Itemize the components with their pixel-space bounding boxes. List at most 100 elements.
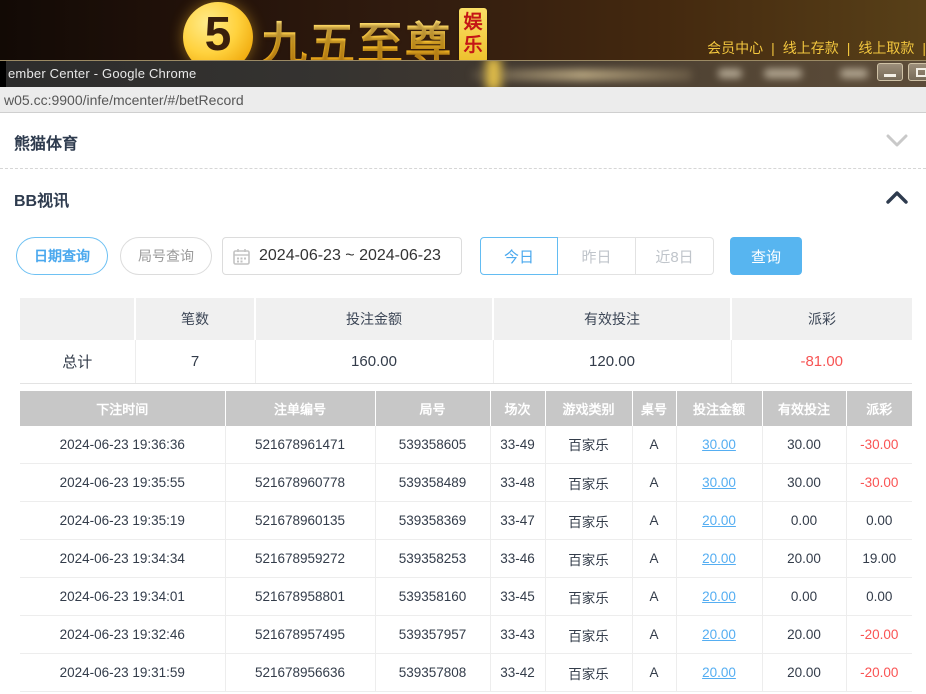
bet-record-page: 熊猫体育 BB视讯 日期查询 局号查询 2024-06-23 ~ 2024-06…	[0, 113, 926, 692]
cell-game-type: 百家乐	[545, 540, 632, 578]
bet-amount-link[interactable]: 20.00	[702, 589, 736, 604]
site-header: 5 九五至尊 娱 乐 会员中心 | 线上存款 | 线上取款 |	[0, 0, 926, 60]
accordion-bb-video[interactable]: BB视讯	[0, 169, 926, 231]
logo-number: 5	[205, 11, 232, 59]
cell-payout: -20.00	[846, 616, 912, 654]
bet-record-table: 下注时间 注单编号 局号 场次 游戏类别 桌号 投注金额 有效投注 派彩 202…	[20, 391, 912, 693]
cell-session: 33-45	[490, 578, 545, 616]
nav-member-center[interactable]: 会员中心	[699, 38, 771, 58]
cell-session: 33-49	[490, 426, 545, 464]
bet-amount-link[interactable]: 30.00	[702, 437, 736, 452]
cell-bet-no: 521678956636	[225, 654, 375, 692]
bet-amount-link[interactable]: 20.00	[702, 551, 736, 566]
cell-session: 33-48	[490, 464, 545, 502]
summary-count-value: 7	[135, 340, 255, 383]
cell-bet-amount: 20.00	[676, 616, 762, 654]
cell-bet-time: 2024-06-23 19:32:46	[20, 616, 225, 654]
chevron-up-icon	[886, 191, 908, 209]
calendar-icon	[233, 248, 250, 265]
cell-bet-time: 2024-06-23 19:34:34	[20, 540, 225, 578]
round-query-button[interactable]: 局号查询	[120, 237, 212, 275]
maximize-button[interactable]	[908, 63, 926, 81]
minimize-icon	[884, 74, 896, 77]
quick-last8days-button[interactable]: 近8日	[636, 237, 714, 275]
cell-payout: -20.00	[846, 654, 912, 692]
cell-round-no: 539358489	[375, 464, 490, 502]
blurred-user-info	[718, 69, 742, 78]
col-header-payout: 派彩	[846, 391, 912, 426]
cell-table-no: A	[632, 540, 676, 578]
cell-bet-amount: 20.00	[676, 654, 762, 692]
cell-session: 33-46	[490, 540, 545, 578]
cell-table-no: A	[632, 616, 676, 654]
summary-header-blank	[20, 298, 135, 340]
summary-header-valid-bet: 有效投注	[493, 298, 731, 340]
bet-amount-link[interactable]: 20.00	[702, 665, 736, 680]
cell-bet-no: 521678960135	[225, 502, 375, 540]
cell-bet-no: 521678958801	[225, 578, 375, 616]
summary-table: 笔数 投注金额 有效投注 派彩 总计 7 160.00 120.00 -81.0…	[20, 298, 912, 384]
cell-session: 33-47	[490, 502, 545, 540]
summary-header-count: 笔数	[135, 298, 255, 340]
table-row: 2024-06-23 19:31:59 521678956636 5393578…	[20, 654, 912, 692]
cell-table-no: A	[632, 426, 676, 464]
cell-payout: -30.00	[846, 426, 912, 464]
section-title-bb: BB视讯	[14, 187, 69, 211]
logo-text: 九五至尊	[261, 8, 453, 60]
summary-header-bet-amount: 投注金额	[255, 298, 493, 340]
nav-online-deposit[interactable]: 线上存款	[775, 38, 847, 58]
cell-payout: 19.00	[846, 540, 912, 578]
browser-titlebar: ember Center - Google Chrome	[0, 60, 926, 87]
cell-bet-amount: 30.00	[676, 464, 762, 502]
cell-bet-no: 521678960778	[225, 464, 375, 502]
address-bar[interactable]: w05.cc:9900/infe/mcenter/#/betRecord	[0, 87, 926, 113]
table-row: 2024-06-23 19:35:55 521678960778 5393584…	[20, 464, 912, 502]
cell-game-type: 百家乐	[545, 464, 632, 502]
cell-round-no: 539358253	[375, 540, 490, 578]
bet-amount-link[interactable]: 20.00	[702, 627, 736, 642]
cell-payout: 0.00	[846, 578, 912, 616]
logo-entertainment-badge: 娱 乐	[459, 8, 487, 60]
table-row: 2024-06-23 19:32:46 521678957495 5393579…	[20, 616, 912, 654]
nav-online-withdraw[interactable]: 线上取款	[850, 38, 922, 58]
minimize-button[interactable]	[877, 63, 903, 81]
cell-bet-time: 2024-06-23 19:35:55	[20, 464, 225, 502]
cell-bet-no: 521678961471	[225, 426, 375, 464]
brand-logo: 5 九五至尊 娱 乐	[183, 2, 487, 60]
col-header-round-no: 局号	[375, 391, 490, 426]
bet-amount-link[interactable]: 20.00	[702, 513, 736, 528]
blurred-badge-remnant	[486, 60, 501, 87]
badge-char: 乐	[463, 35, 482, 57]
col-header-bet-time: 下注时间	[20, 391, 225, 426]
quick-today-button[interactable]: 今日	[480, 237, 558, 275]
cell-bet-amount: 30.00	[676, 426, 762, 464]
cell-bet-time: 2024-06-23 19:36:36	[20, 426, 225, 464]
cell-bet-amount: 20.00	[676, 502, 762, 540]
cell-bet-no: 521678957495	[225, 616, 375, 654]
table-row: 2024-06-23 19:34:01 521678958801 5393581…	[20, 578, 912, 616]
cell-valid-bet: 20.00	[762, 616, 846, 654]
filter-toolbar: 日期查询 局号查询 2024-06-23 ~ 2024-06-23 今日 昨日 …	[16, 237, 926, 275]
date-range-input[interactable]: 2024-06-23 ~ 2024-06-23	[222, 237, 462, 275]
date-query-button[interactable]: 日期查询	[16, 237, 108, 275]
col-header-game-type: 游戏类别	[545, 391, 632, 426]
cell-game-type: 百家乐	[545, 616, 632, 654]
summary-header-payout: 派彩	[731, 298, 912, 340]
url-text: w05.cc:9900/infe/mcenter/#/betRecord	[0, 92, 244, 108]
cell-table-no: A	[632, 654, 676, 692]
cell-game-type: 百家乐	[545, 426, 632, 464]
cell-bet-no: 521678959272	[225, 540, 375, 578]
window-title: ember Center - Google Chrome	[8, 66, 196, 81]
bet-amount-link[interactable]: 30.00	[702, 475, 736, 490]
col-header-bet-no: 注单编号	[225, 391, 375, 426]
cell-valid-bet: 0.00	[762, 578, 846, 616]
summary-total-row: 总计 7 160.00 120.00 -81.00	[20, 340, 912, 383]
accordion-panda-sports[interactable]: 熊猫体育	[0, 113, 926, 169]
cell-bet-time: 2024-06-23 19:34:01	[20, 578, 225, 616]
quick-range-group: 今日 昨日 近8日	[480, 237, 714, 275]
cell-payout: -30.00	[846, 464, 912, 502]
col-header-bet-amount: 投注金额	[676, 391, 762, 426]
quick-yesterday-button[interactable]: 昨日	[558, 237, 636, 275]
search-button[interactable]: 查询	[730, 237, 802, 275]
chevron-down-icon	[886, 134, 908, 152]
